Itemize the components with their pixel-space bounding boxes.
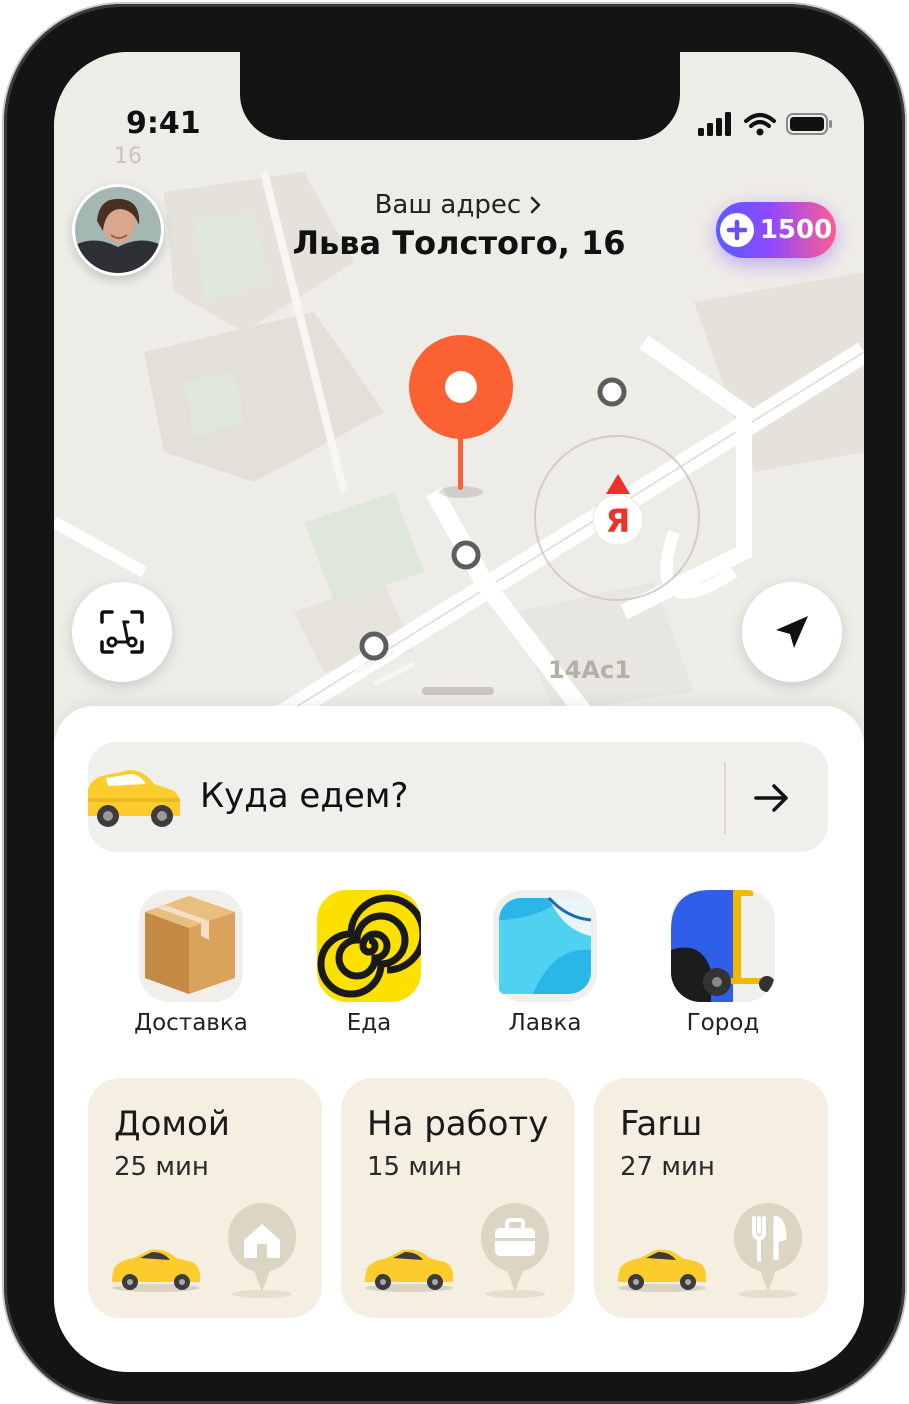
shortcut-title: Домой: [114, 1104, 230, 1144]
taxi-car-icon: [365, 1249, 453, 1292]
destination-search[interactable]: Куда едем?: [88, 742, 828, 852]
yandex-letter: Я: [606, 502, 631, 540]
map-house-number: 16: [114, 144, 142, 169]
service-label: Лавка: [508, 1010, 582, 1036]
shortcut-time: 25 мин: [114, 1152, 209, 1182]
notch: [240, 52, 680, 140]
shortcut-work[interactable]: На работу 15 мин: [341, 1078, 575, 1318]
shortcut-title: На работу: [367, 1104, 549, 1144]
battery-icon: [786, 113, 832, 135]
shortcut-cards: Домой 25 мин На работу 15 мин Farш 27 ми…: [88, 1078, 828, 1318]
wifi-icon: [744, 113, 776, 136]
home-icon: [228, 1202, 296, 1298]
briefcase-icon: [481, 1202, 549, 1298]
food-spiral-icon: [317, 890, 421, 1002]
service-label: Еда: [346, 1010, 392, 1036]
chevron-right-icon: [531, 196, 541, 214]
plus-points-badge[interactable]: 1500: [716, 202, 836, 258]
plus-points-value: 1500: [759, 215, 833, 245]
navigation-arrow-icon: [776, 616, 808, 648]
map-building-label: 14Ac1: [548, 656, 631, 684]
phone-frame: 16 14Ac1 Я 9:41 Ваш адрес Льва Толстого,…: [4, 4, 905, 1404]
taxi-car-icon: [88, 770, 180, 827]
plus-icon: [719, 213, 754, 247]
shortcut-restaurant[interactable]: Farш 27 мин: [594, 1078, 828, 1318]
shortcut-time: 15 мин: [367, 1152, 462, 1182]
my-location-button[interactable]: [742, 582, 842, 682]
yandex-location-icon: Я: [592, 474, 644, 546]
scan-scooter-icon: [100, 610, 144, 654]
service-delivery[interactable]: Доставка: [116, 890, 266, 1036]
bottom-sheet: Куда едем? Доставка Еда Лавка Город Домо…: [54, 706, 864, 1372]
taxi-car-icon: [112, 1249, 200, 1292]
sheet-drag-handle[interactable]: [422, 687, 494, 695]
status-time: 9:41: [126, 106, 201, 141]
scooter-icon: [671, 890, 775, 1002]
arrow-right-icon[interactable]: [752, 778, 792, 818]
taxi-car-icon: [618, 1249, 706, 1292]
address-label: Ваш адрес: [374, 190, 522, 220]
shortcut-home[interactable]: Домой 25 мин: [88, 1078, 322, 1318]
lavka-bag-icon: [493, 890, 597, 1002]
service-lavka[interactable]: Лавка: [470, 890, 620, 1036]
service-label: Город: [686, 1010, 760, 1036]
shortcut-title: Farш: [620, 1104, 703, 1144]
pickup-pin-icon[interactable]: [404, 332, 518, 502]
status-icons: [698, 112, 834, 136]
delivery-box-icon: [139, 890, 243, 1002]
app-screen: 16 14Ac1 Я 9:41 Ваш адрес Льва Толстого,…: [54, 52, 864, 1372]
search-divider: [724, 762, 726, 834]
scan-scooter-button[interactable]: [72, 582, 172, 682]
search-placeholder: Куда едем?: [200, 776, 409, 816]
service-city[interactable]: Город: [648, 890, 798, 1036]
signal-icon: [698, 112, 731, 136]
services-row: Доставка Еда Лавка Город: [54, 890, 864, 1050]
fork-knife-icon: [734, 1202, 802, 1298]
service-food[interactable]: Еда: [294, 890, 444, 1036]
service-label: Доставка: [134, 1010, 248, 1036]
shortcut-time: 27 мин: [620, 1152, 715, 1182]
